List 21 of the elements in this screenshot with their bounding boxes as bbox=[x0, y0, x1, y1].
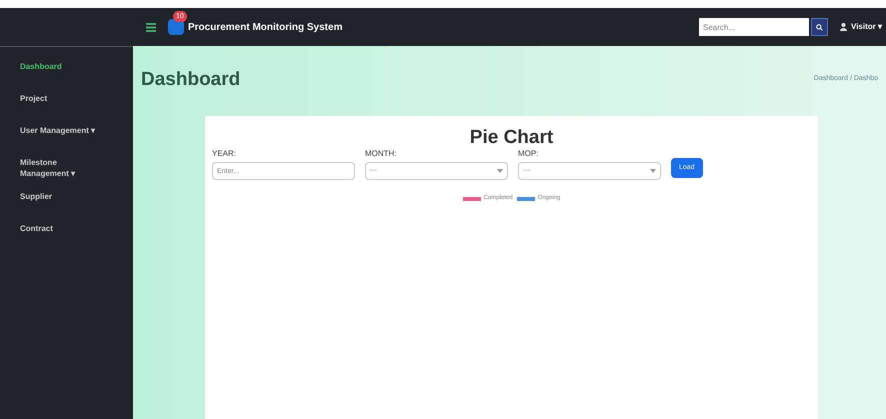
page-title: Dashboard bbox=[141, 68, 240, 92]
sidebar-item[interactable]: Supplier bbox=[0, 191, 133, 211]
caret-icon bbox=[650, 169, 656, 173]
app-logo bbox=[168, 19, 184, 35]
user-icon bbox=[840, 23, 848, 31]
search-icon bbox=[816, 24, 824, 30]
sidebar-item[interactable]: Project bbox=[0, 93, 133, 113]
field-label: YEAR: bbox=[212, 148, 238, 160]
user-menu[interactable]: Visitor ▾ bbox=[851, 21, 882, 33]
menu-icon[interactable] bbox=[146, 22, 156, 32]
brand-title: Procurement Monitoring System bbox=[188, 20, 342, 34]
search-button[interactable] bbox=[811, 18, 828, 36]
field-label: MOP: bbox=[518, 148, 540, 160]
caret-icon bbox=[497, 169, 503, 173]
sidebar-item[interactable]: Dashboard bbox=[0, 61, 133, 81]
card-title: Pie Chart bbox=[470, 126, 554, 150]
sidebar-item[interactable]: Contract bbox=[0, 223, 133, 243]
sidebar-item[interactable]: Milestone Management ▾ bbox=[0, 157, 133, 179]
field-label: MONTH: bbox=[365, 148, 398, 160]
sidebar-item[interactable]: User Management ▾ bbox=[0, 125, 133, 145]
search-field[interactable]: Search... bbox=[699, 18, 810, 36]
